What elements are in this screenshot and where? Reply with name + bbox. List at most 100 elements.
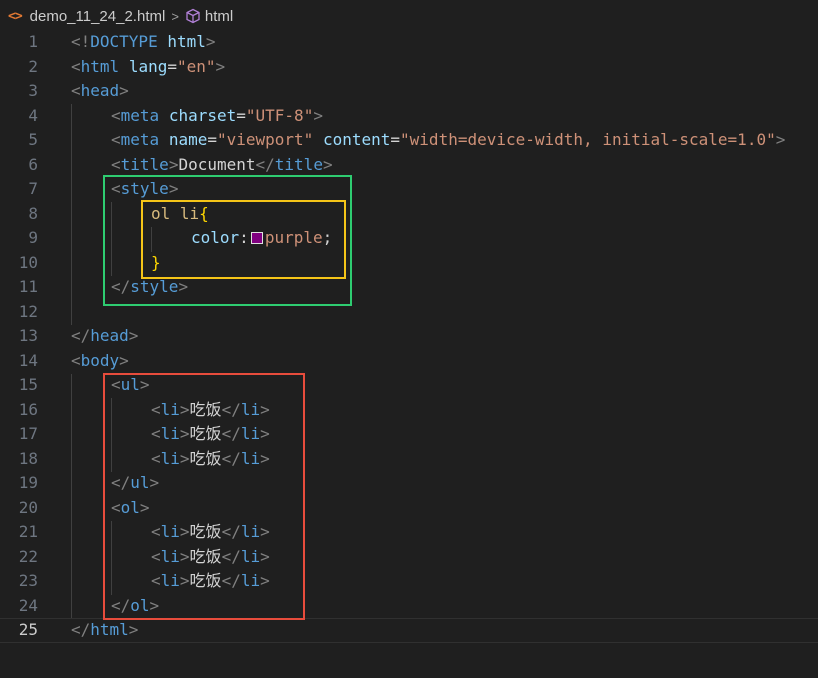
code-token: "UTF-8" bbox=[245, 105, 314, 125]
code-content: <style> bbox=[111, 177, 178, 202]
code-line[interactable]: 16 <li>吃饭</li> bbox=[0, 398, 818, 423]
code-line[interactable]: 18 <li>吃饭</li> bbox=[0, 447, 818, 472]
code-token: } bbox=[151, 252, 161, 272]
code-content: </ul> bbox=[111, 471, 159, 496]
code-line[interactable]: 6 <title>Document</title> bbox=[0, 153, 818, 178]
line-number: 16 bbox=[18, 399, 38, 419]
code-token: ul bbox=[120, 375, 140, 394]
code-line[interactable]: 8 ol li{ bbox=[0, 202, 818, 227]
code-token: </ bbox=[111, 473, 131, 492]
code-line[interactable]: 19 </ul> bbox=[0, 471, 818, 496]
code-content: <li>吃饭</li> bbox=[151, 520, 270, 545]
code-token: style bbox=[120, 179, 169, 198]
code-content: <li>吃饭</li> bbox=[151, 422, 270, 447]
code-token: ol bbox=[130, 595, 150, 615]
line-number: 2 bbox=[28, 56, 38, 76]
code-token: = bbox=[236, 105, 246, 125]
code-line[interactable]: 13 </head> bbox=[0, 324, 818, 349]
code-line[interactable]: 17 <li>吃饭</li> bbox=[0, 422, 818, 447]
code-line[interactable]: 24 </ol> bbox=[0, 594, 818, 619]
line-number: 21 bbox=[18, 522, 38, 541]
code-token: ol li bbox=[151, 203, 200, 223]
code-token: purple bbox=[264, 228, 323, 247]
code-line[interactable]: 12 bbox=[0, 300, 818, 325]
code-token: 吃饭 bbox=[189, 448, 222, 468]
color-swatch[interactable] bbox=[250, 232, 263, 244]
code-token: title bbox=[274, 154, 323, 174]
line-number: 1 bbox=[28, 32, 38, 51]
code-line[interactable]: 21 <li>吃饭</li> bbox=[0, 520, 818, 545]
code-token: </ bbox=[221, 546, 241, 566]
breadcrumb-symbol-name[interactable]: html bbox=[205, 8, 233, 25]
code-line[interactable]: 25 </html> bbox=[0, 618, 818, 643]
code-content: </style> bbox=[111, 275, 188, 300]
code-token: > bbox=[179, 546, 190, 566]
code-token: < bbox=[151, 399, 161, 419]
code-token: "width=device-width, initial-scale=1.0" bbox=[400, 130, 776, 149]
code-line[interactable]: 9 color: purple; bbox=[0, 226, 818, 251]
code-token: </ bbox=[111, 595, 131, 615]
code-token: </ bbox=[221, 448, 241, 468]
line-number: 13 bbox=[18, 326, 38, 345]
code-token: > bbox=[260, 522, 270, 541]
line-number: 11 bbox=[18, 277, 38, 296]
code-token: < bbox=[151, 546, 161, 566]
code-line[interactable]: 23 <li>吃饭</li> bbox=[0, 569, 818, 594]
code-content: <!DOCTYPE html> bbox=[71, 30, 216, 55]
code-token: > bbox=[179, 424, 190, 443]
line-number: 8 bbox=[28, 203, 38, 223]
code-line[interactable]: 7 <style> bbox=[0, 177, 818, 202]
code-line[interactable]: 3 <head> bbox=[0, 79, 818, 104]
code-editor[interactable]: 1 <!DOCTYPE html> 2 <html lang="en"> 3 <head>… bbox=[0, 30, 818, 643]
code-token: < bbox=[151, 448, 161, 468]
code-content: <ul> bbox=[111, 373, 150, 398]
code-token: < bbox=[111, 154, 121, 174]
code-line[interactable]: 11 </style> bbox=[0, 275, 818, 300]
code-line[interactable]: 10} bbox=[0, 251, 818, 276]
code-token: style bbox=[130, 277, 179, 296]
html-file-icon: <> bbox=[8, 8, 23, 24]
code-token: > bbox=[119, 81, 129, 100]
code-token: < bbox=[111, 497, 121, 517]
code-token: li bbox=[160, 571, 180, 590]
line-number: 12 bbox=[18, 301, 38, 321]
code-token: </ bbox=[71, 326, 91, 345]
code-token: head bbox=[80, 81, 120, 100]
code-token: "en" bbox=[176, 56, 216, 76]
code-token: > bbox=[168, 179, 179, 198]
breadcrumb-file-name[interactable]: demo_11_24_2.html bbox=[30, 8, 166, 25]
code-line[interactable]: 22 <li>吃饭</li> bbox=[0, 545, 818, 570]
line-number: 6 bbox=[28, 154, 38, 174]
code-token: > bbox=[260, 399, 270, 419]
code-content: <li>吃饭</li> bbox=[151, 545, 270, 570]
code-token: content bbox=[322, 130, 391, 149]
symbol-element-icon bbox=[186, 8, 200, 24]
code-line[interactable]: 2 <html lang="en"> bbox=[0, 55, 818, 80]
code-line[interactable]: 14 <body> bbox=[0, 349, 818, 374]
code-token: > bbox=[128, 620, 139, 639]
code-token: = bbox=[167, 56, 177, 76]
code-token: : bbox=[239, 228, 249, 247]
code-content: ol li{ bbox=[151, 202, 209, 227]
code-line[interactable]: 15 <ul> bbox=[0, 373, 818, 398]
code-token: > bbox=[149, 473, 160, 492]
code-line[interactable]: 20 <ol> bbox=[0, 496, 818, 521]
code-content: <title>Document</title> bbox=[111, 153, 333, 178]
code-line[interactable]: 1 <!DOCTYPE html> bbox=[0, 30, 818, 55]
code-line[interactable]: 4 <meta charset="UTF-8"> bbox=[0, 104, 818, 129]
code-token: li bbox=[160, 424, 180, 443]
code-line[interactable]: 5 <meta name="viewport" content="width=de… bbox=[0, 128, 818, 153]
code-token: html bbox=[90, 620, 129, 639]
code-token: > bbox=[139, 375, 150, 394]
code-token: > bbox=[260, 546, 270, 566]
code-token: < bbox=[111, 179, 121, 198]
code-token: < bbox=[71, 81, 81, 100]
code-token: < bbox=[111, 375, 121, 394]
line-number: 4 bbox=[28, 105, 38, 125]
code-token: ul bbox=[130, 473, 150, 492]
line-number: 24 bbox=[18, 595, 38, 615]
code-token: li bbox=[240, 448, 261, 468]
code-token: > bbox=[179, 399, 190, 419]
